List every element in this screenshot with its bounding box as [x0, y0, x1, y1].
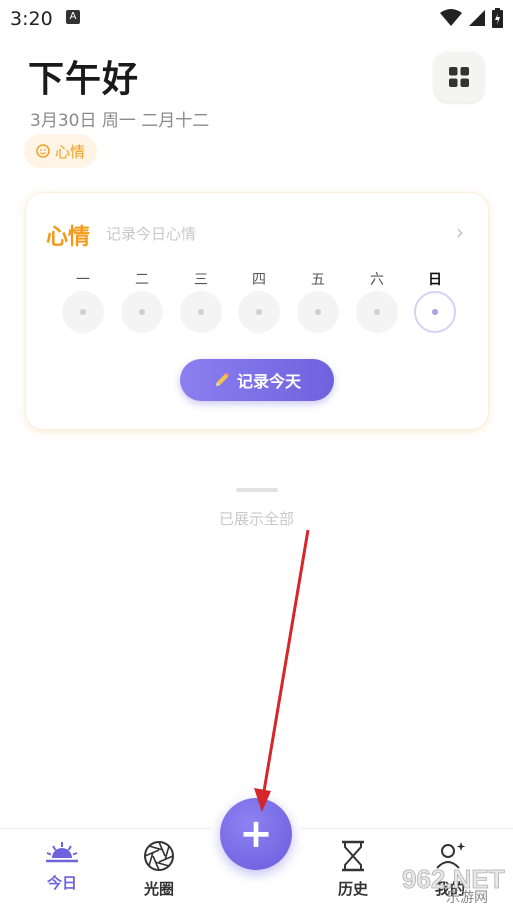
day-label: 四: [252, 272, 266, 288]
drag-handle[interactable]: [236, 488, 278, 492]
status-bar: 3:20 A: [0, 0, 513, 36]
signal-icon: [469, 10, 485, 26]
nav-label-today: 今日: [46, 874, 77, 892]
status-icons: [440, 8, 503, 28]
pencil-icon: [215, 373, 229, 386]
day-mood-circle[interactable]: [297, 291, 339, 333]
day-tue[interactable]: 二: [119, 269, 165, 333]
day-mon[interactable]: 一: [60, 269, 106, 333]
list-end-text: 已展示全部: [218, 510, 294, 528]
watermark: 962.NET 乐游网: [400, 862, 508, 906]
mood-card-subtitle: 记录今日心情: [106, 225, 197, 243]
grid-icon: [449, 67, 469, 87]
day-mood-circle[interactable]: [180, 291, 222, 333]
mood-chip-label: 心情: [54, 142, 85, 161]
record-today-button[interactable]: 记录今天: [180, 359, 334, 401]
sunrise-icon: [46, 842, 78, 863]
smile-icon: [36, 144, 50, 158]
day-mood-circle[interactable]: [62, 291, 104, 333]
day-label: 二: [135, 272, 149, 288]
fab-container: +: [210, 788, 302, 880]
nav-label-aperture: 光圈: [143, 880, 174, 898]
day-label: 六: [370, 272, 384, 288]
nav-label-history: 历史: [337, 880, 368, 898]
nav-item-aperture[interactable]: 光圈: [129, 840, 189, 899]
date-text: 3月30日 周一 二月十二: [30, 111, 210, 131]
day-label: 一: [76, 272, 90, 288]
notification-icon: A: [66, 10, 80, 24]
day-mood-circle[interactable]: [356, 291, 398, 333]
mood-chip[interactable]: 心情: [24, 134, 97, 168]
mood-card[interactable]: 心情 记录今日心情 › 一 二 三 四 五 六 日 记录今天: [25, 192, 489, 430]
plus-icon: +: [239, 811, 273, 857]
chevron-right-icon[interactable]: ›: [456, 220, 464, 244]
mood-card-title: 心情: [46, 225, 91, 250]
grid-menu-button[interactable]: [434, 52, 484, 102]
watermark-subtext: 乐游网: [446, 890, 488, 904]
day-thu[interactable]: 四: [236, 269, 282, 333]
day-label: 五: [311, 272, 325, 288]
day-sun[interactable]: 日: [412, 269, 458, 333]
record-today-label: 记录今天: [236, 372, 301, 391]
greeting-title: 下午好: [28, 59, 140, 100]
nav-item-today[interactable]: 今日: [32, 840, 92, 893]
status-time: 3:20: [10, 8, 53, 30]
hourglass-icon: [342, 840, 364, 872]
wifi-icon: [440, 9, 462, 26]
day-sat[interactable]: 六: [354, 269, 400, 333]
day-mood-circle-today[interactable]: [414, 291, 456, 333]
day-fri[interactable]: 五: [295, 269, 341, 333]
weekday-row: 一 二 三 四 五 六 日: [60, 269, 460, 339]
day-label: 三: [194, 272, 208, 288]
add-button[interactable]: +: [220, 798, 292, 870]
day-label-today: 日: [428, 272, 442, 288]
nav-item-history[interactable]: 历史: [323, 840, 383, 899]
day-mood-circle[interactable]: [121, 291, 163, 333]
aperture-icon: [144, 841, 174, 871]
day-mood-circle[interactable]: [238, 291, 280, 333]
day-wed[interactable]: 三: [178, 269, 224, 333]
battery-icon: [492, 8, 503, 28]
